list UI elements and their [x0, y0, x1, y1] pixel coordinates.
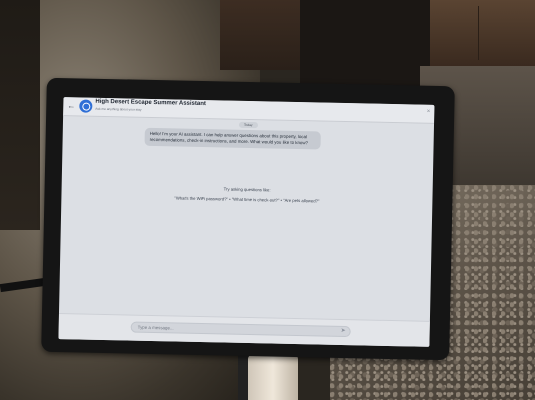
tablet: ← High Desert Escape Summer Assistant As… [41, 77, 455, 361]
suggested-questions[interactable]: "What's the WiFi password?" • "What time… [61, 193, 432, 206]
left-cabinet [0, 0, 40, 230]
assistant-message-bubble: Hello! I'm your AI assistant. I can help… [144, 127, 321, 150]
header-title: High Desert Escape Summer Assistant [95, 98, 206, 108]
close-icon[interactable]: × [427, 109, 431, 115]
message-list[interactable]: Today Hello! I'm your AI assistant. I ca… [59, 115, 434, 321]
back-arrow-icon[interactable]: ← [67, 101, 75, 111]
date-label: Today [238, 121, 258, 129]
message-input[interactable] [130, 321, 351, 338]
header-subtitle: Ask me anything about your stay [95, 106, 142, 112]
right-cabinet [430, 0, 535, 68]
send-icon[interactable]: ➤ [341, 328, 346, 335]
assistant-avatar-icon [79, 99, 93, 113]
cup [248, 355, 298, 400]
tablet-screen: ← High Desert Escape Summer Assistant As… [58, 97, 435, 347]
